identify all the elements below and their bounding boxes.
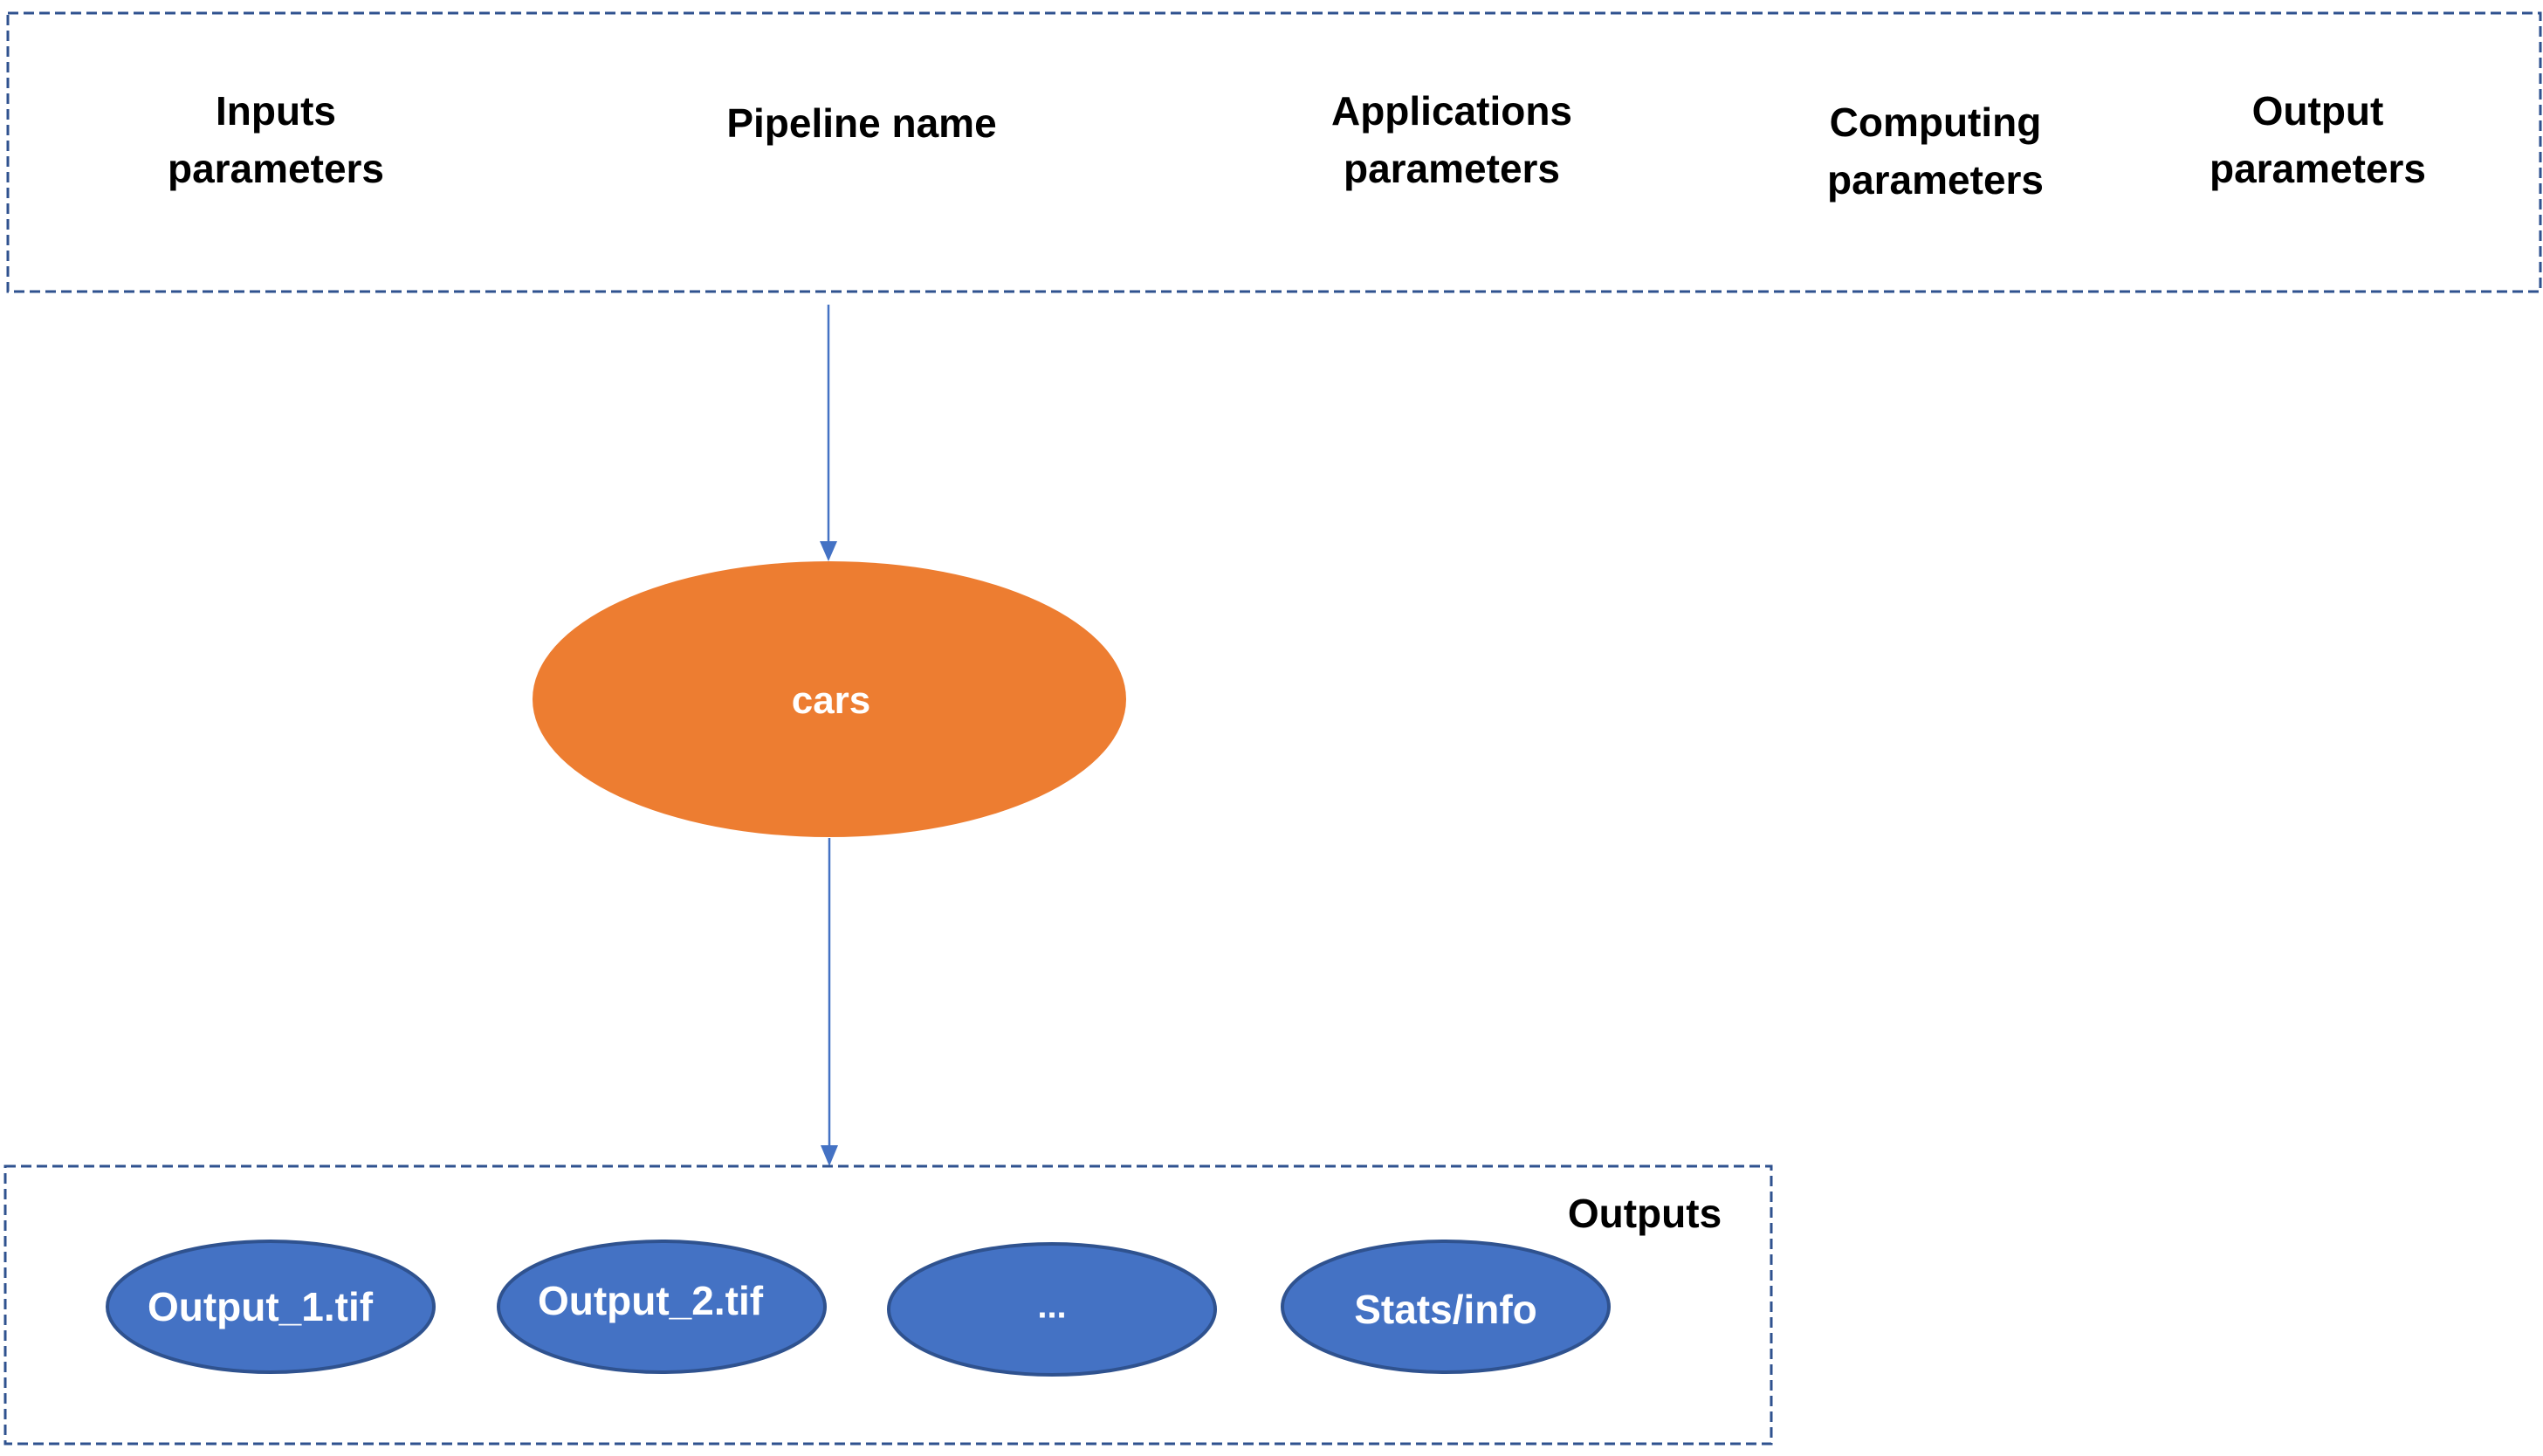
output-label-4: Stats/info xyxy=(1354,1287,1537,1332)
inputs-parameters-label: Inputs parameters xyxy=(167,88,385,191)
pipeline-name-label: Pipeline name xyxy=(726,100,997,146)
output-label-2: Output_2.tif xyxy=(537,1278,764,1323)
output-label-1: Output_1.tif xyxy=(147,1284,374,1329)
output-label-3: ... xyxy=(1037,1287,1067,1326)
outputs-title: Outputs xyxy=(1567,1191,1722,1236)
arrowhead-icon xyxy=(820,541,837,561)
parameters-box xyxy=(6,11,2542,293)
computing-parameters-label: Computing parameters xyxy=(1826,100,2045,203)
diagram-canvas xyxy=(3,11,2542,1446)
applications-parameters-label: Applications parameters xyxy=(1330,88,1573,191)
output-parameters-label: Output parameters xyxy=(2209,88,2427,191)
arrowhead-icon xyxy=(821,1145,838,1166)
cars-label: cars xyxy=(791,679,871,722)
